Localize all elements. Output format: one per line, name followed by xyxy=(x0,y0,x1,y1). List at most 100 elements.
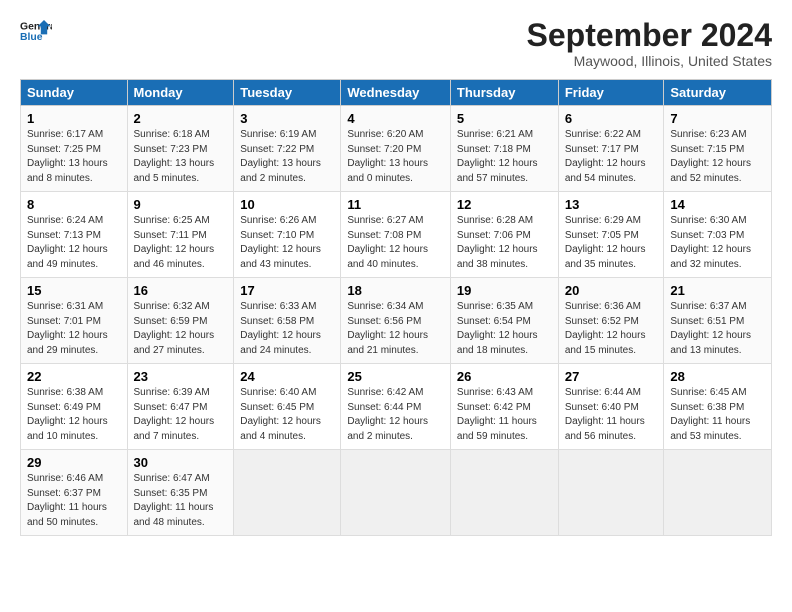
day-number: 26 xyxy=(457,369,552,384)
calendar-day-cell: 10 Sunrise: 6:26 AMSunset: 7:10 PMDayligh… xyxy=(234,192,341,278)
day-info: Sunrise: 6:29 AMSunset: 7:05 PMDaylight:… xyxy=(565,214,658,272)
weekday-header: Wednesday xyxy=(341,80,451,106)
day-info: Sunrise: 6:43 AMSunset: 6:42 PMDaylight:… xyxy=(457,386,552,444)
day-info: Sunrise: 6:19 AMSunset: 7:22 PMDaylight:… xyxy=(240,128,334,186)
day-number: 6 xyxy=(565,111,658,126)
calendar-day-cell: 13 Sunrise: 6:29 AMSunset: 7:05 PMDayligh… xyxy=(558,192,664,278)
calendar: SundayMondayTuesdayWednesdayThursdayFrid… xyxy=(20,79,772,536)
day-number: 17 xyxy=(240,283,334,298)
calendar-day-cell: 14 Sunrise: 6:30 AMSunset: 7:03 PMDayligh… xyxy=(664,192,772,278)
day-info: Sunrise: 6:32 AMSunset: 6:59 PMDaylight:… xyxy=(134,300,228,358)
weekday-header: Monday xyxy=(127,80,234,106)
day-number: 4 xyxy=(347,111,444,126)
calendar-day-cell xyxy=(664,450,772,536)
month-title: September 2024 xyxy=(527,18,772,53)
day-info: Sunrise: 6:36 AMSunset: 6:52 PMDaylight:… xyxy=(565,300,658,358)
day-info: Sunrise: 6:17 AMSunset: 7:25 PMDaylight:… xyxy=(27,128,121,186)
day-number: 7 xyxy=(670,111,765,126)
day-number: 2 xyxy=(134,111,228,126)
day-number: 12 xyxy=(457,197,552,212)
day-number: 13 xyxy=(565,197,658,212)
calendar-day-cell: 7Sunrise: 6:23 AMSunset: 7:15 PMDaylight… xyxy=(664,106,772,192)
calendar-day-cell: 11 Sunrise: 6:27 AMSunset: 7:08 PMDayligh… xyxy=(341,192,451,278)
day-info: Sunrise: 6:22 AMSunset: 7:17 PMDaylight:… xyxy=(565,128,658,186)
day-info: Sunrise: 6:18 AMSunset: 7:23 PMDaylight:… xyxy=(134,128,228,186)
calendar-day-cell: 9Sunrise: 6:25 AMSunset: 7:11 PMDaylight… xyxy=(127,192,234,278)
calendar-week-row: 1 Sunrise: 6:17 AMSunset: 7:25 PMDaylight… xyxy=(21,106,772,192)
day-number: 15 xyxy=(27,283,121,298)
weekday-header: Saturday xyxy=(664,80,772,106)
day-number: 23 xyxy=(134,369,228,384)
day-info: Sunrise: 6:39 AMSunset: 6:47 PMDaylight:… xyxy=(134,386,228,444)
calendar-day-cell: 30 Sunrise: 6:47 AMSunset: 6:35 PMDayligh… xyxy=(127,450,234,536)
calendar-day-cell: 19 Sunrise: 6:35 AMSunset: 6:54 PMDayligh… xyxy=(450,278,558,364)
calendar-day-cell: 4Sunrise: 6:20 AMSunset: 7:20 PMDaylight… xyxy=(341,106,451,192)
calendar-day-cell: 12Sunrise: 6:28 AMSunset: 7:06 PMDayligh… xyxy=(450,192,558,278)
calendar-day-cell: 27Sunrise: 6:44 AMSunset: 6:40 PMDayligh… xyxy=(558,364,664,450)
svg-text:Blue: Blue xyxy=(20,32,43,43)
day-number: 19 xyxy=(457,283,552,298)
weekday-header: Tuesday xyxy=(234,80,341,106)
day-info: Sunrise: 6:34 AMSunset: 6:56 PMDaylight:… xyxy=(347,300,444,358)
weekday-header: Thursday xyxy=(450,80,558,106)
calendar-day-cell: 20 Sunrise: 6:36 AMSunset: 6:52 PMDayligh… xyxy=(558,278,664,364)
day-info: Sunrise: 6:27 AMSunset: 7:08 PMDaylight:… xyxy=(347,214,444,272)
calendar-week-row: 15 Sunrise: 6:31 AMSunset: 7:01 PMDayligh… xyxy=(21,278,772,364)
day-number: 14 xyxy=(670,197,765,212)
day-info: Sunrise: 6:46 AMSunset: 6:37 PMDaylight:… xyxy=(27,472,121,530)
calendar-day-cell: 17 Sunrise: 6:33 AMSunset: 6:58 PMDayligh… xyxy=(234,278,341,364)
day-number: 1 xyxy=(27,111,121,126)
day-info: Sunrise: 6:31 AMSunset: 7:01 PMDaylight:… xyxy=(27,300,121,358)
calendar-day-cell: 8Sunrise: 6:24 AMSunset: 7:13 PMDaylight… xyxy=(21,192,128,278)
calendar-day-cell xyxy=(450,450,558,536)
calendar-week-row: 22Sunrise: 6:38 AMSunset: 6:49 PMDayligh… xyxy=(21,364,772,450)
day-number: 22 xyxy=(27,369,121,384)
calendar-day-cell: 29Sunrise: 6:46 AMSunset: 6:37 PMDayligh… xyxy=(21,450,128,536)
calendar-header-row: SundayMondayTuesdayWednesdayThursdayFrid… xyxy=(21,80,772,106)
calendar-day-cell: 21Sunrise: 6:37 AMSunset: 6:51 PMDayligh… xyxy=(664,278,772,364)
day-info: Sunrise: 6:25 AMSunset: 7:11 PMDaylight:… xyxy=(134,214,228,272)
day-number: 25 xyxy=(347,369,444,384)
day-info: Sunrise: 6:26 AMSunset: 7:10 PMDaylight:… xyxy=(240,214,334,272)
day-number: 5 xyxy=(457,111,552,126)
weekday-header: Sunday xyxy=(21,80,128,106)
calendar-day-cell xyxy=(558,450,664,536)
day-number: 16 xyxy=(134,283,228,298)
calendar-day-cell: 5 Sunrise: 6:21 AMSunset: 7:18 PMDaylight… xyxy=(450,106,558,192)
day-number: 27 xyxy=(565,369,658,384)
calendar-day-cell: 28Sunrise: 6:45 AMSunset: 6:38 PMDayligh… xyxy=(664,364,772,450)
calendar-day-cell: 22Sunrise: 6:38 AMSunset: 6:49 PMDayligh… xyxy=(21,364,128,450)
day-number: 10 xyxy=(240,197,334,212)
title-block: September 2024 Maywood, Illinois, United… xyxy=(527,18,772,69)
calendar-week-row: 29Sunrise: 6:46 AMSunset: 6:37 PMDayligh… xyxy=(21,450,772,536)
day-info: Sunrise: 6:40 AMSunset: 6:45 PMDaylight:… xyxy=(240,386,334,444)
day-number: 21 xyxy=(670,283,765,298)
calendar-day-cell xyxy=(341,450,451,536)
calendar-day-cell: 26 Sunrise: 6:43 AMSunset: 6:42 PMDayligh… xyxy=(450,364,558,450)
day-number: 18 xyxy=(347,283,444,298)
calendar-day-cell: 18 Sunrise: 6:34 AMSunset: 6:56 PMDayligh… xyxy=(341,278,451,364)
day-number: 3 xyxy=(240,111,334,126)
day-info: Sunrise: 6:33 AMSunset: 6:58 PMDaylight:… xyxy=(240,300,334,358)
calendar-day-cell: 6 Sunrise: 6:22 AMSunset: 7:17 PMDaylight… xyxy=(558,106,664,192)
day-info: Sunrise: 6:30 AMSunset: 7:03 PMDaylight:… xyxy=(670,214,765,272)
day-info: Sunrise: 6:35 AMSunset: 6:54 PMDaylight:… xyxy=(457,300,552,358)
logo: General Blue xyxy=(20,18,52,46)
location: Maywood, Illinois, United States xyxy=(527,53,772,69)
day-number: 24 xyxy=(240,369,334,384)
logo-icon: General Blue xyxy=(20,18,52,46)
page: General Blue September 2024 Maywood, Ill… xyxy=(0,0,792,612)
day-info: Sunrise: 6:47 AMSunset: 6:35 PMDaylight:… xyxy=(134,472,228,530)
day-info: Sunrise: 6:42 AMSunset: 6:44 PMDaylight:… xyxy=(347,386,444,444)
day-number: 11 xyxy=(347,197,444,212)
day-info: Sunrise: 6:24 AMSunset: 7:13 PMDaylight:… xyxy=(27,214,121,272)
day-info: Sunrise: 6:21 AMSunset: 7:18 PMDaylight:… xyxy=(457,128,552,186)
calendar-day-cell: 24 Sunrise: 6:40 AMSunset: 6:45 PMDayligh… xyxy=(234,364,341,450)
calendar-day-cell: 25 Sunrise: 6:42 AMSunset: 6:44 PMDayligh… xyxy=(341,364,451,450)
weekday-header: Friday xyxy=(558,80,664,106)
day-number: 20 xyxy=(565,283,658,298)
day-number: 30 xyxy=(134,455,228,470)
header: General Blue September 2024 Maywood, Ill… xyxy=(20,18,772,69)
calendar-week-row: 8Sunrise: 6:24 AMSunset: 7:13 PMDaylight… xyxy=(21,192,772,278)
calendar-day-cell: 3 Sunrise: 6:19 AMSunset: 7:22 PMDaylight… xyxy=(234,106,341,192)
